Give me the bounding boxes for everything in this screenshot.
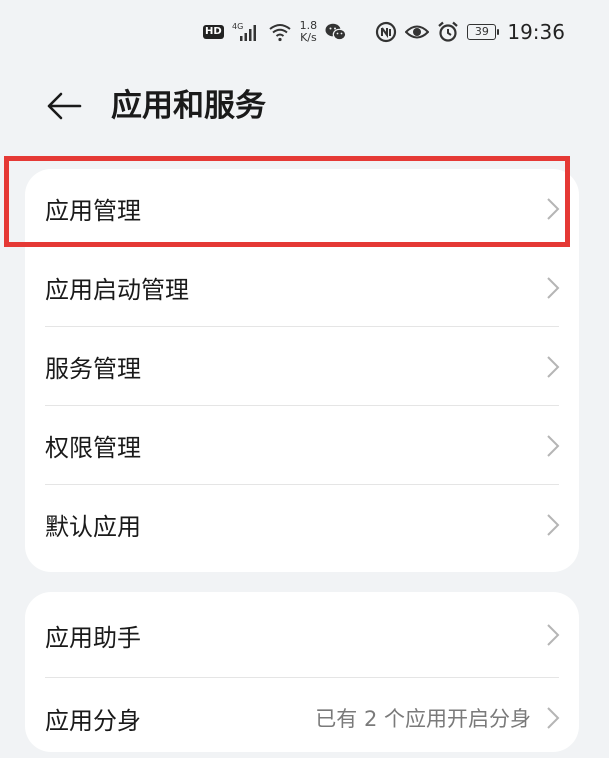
menu-item-label: 应用分身: [45, 706, 141, 735]
chevron-right-icon: [547, 513, 560, 536]
menu-item-permission-management[interactable]: 权限管理: [25, 406, 579, 485]
status-bar-right: 39 19:36: [375, 18, 565, 46]
settings-group-1: 应用管理 应用启动管理 服务管理 权限管理 默认应用: [25, 169, 579, 572]
chevron-right-icon: [547, 276, 560, 299]
back-button[interactable]: [44, 86, 84, 126]
settings-group-2: 应用助手 应用分身 已有 2 个应用开启分身: [25, 592, 579, 752]
network-speed: 1.8 K/s: [300, 20, 318, 44]
chevron-right-icon: [547, 707, 560, 729]
menu-item-service-management[interactable]: 服务管理: [25, 327, 579, 406]
battery-icon: 39: [467, 24, 500, 40]
menu-item-value: 已有 2 个应用开启分身: [315, 707, 531, 731]
network-speed-unit: K/s: [300, 31, 317, 44]
menu-item-label: 应用助手: [45, 623, 141, 652]
menu-item-app-management[interactable]: 应用管理: [25, 169, 579, 248]
wechat-icon: [325, 22, 347, 42]
menu-item-label: 应用启动管理: [45, 276, 189, 304]
battery-level: 39: [467, 24, 497, 40]
hd-voice-badge: HD: [203, 25, 224, 39]
signal-4g-icon: 4G: [232, 21, 260, 43]
menu-item-label: 应用管理: [45, 197, 141, 225]
menu-item-app-twin[interactable]: 应用分身 已有 2 个应用开启分身: [25, 678, 579, 758]
alarm-icon: [437, 21, 459, 43]
page-title: 应用和服务: [111, 88, 266, 124]
status-bar-left: HD 4G 1.8 K/s: [203, 18, 347, 46]
menu-item-app-launch[interactable]: 应用启动管理: [25, 248, 579, 327]
menu-item-default-apps[interactable]: 默认应用: [25, 485, 579, 564]
clock: 19:36: [507, 20, 565, 44]
status-bar: HD 4G 1.8 K/s 39 19:36: [0, 0, 609, 62]
wifi-icon: [268, 21, 292, 43]
chevron-right-icon: [547, 355, 560, 378]
menu-item-label: 权限管理: [45, 434, 141, 462]
chevron-right-icon: [547, 434, 560, 457]
menu-item-app-assistant[interactable]: 应用助手: [25, 592, 579, 678]
nfc-icon: [375, 21, 397, 43]
network-type-label: 4G: [232, 22, 243, 31]
chevron-right-icon: [547, 197, 560, 220]
menu-item-label: 服务管理: [45, 355, 141, 383]
arrow-left-icon: [47, 92, 82, 120]
page-header: 应用和服务: [0, 80, 609, 130]
chevron-right-icon: [547, 624, 560, 646]
menu-item-label: 默认应用: [45, 513, 141, 541]
eye-comfort-icon: [405, 23, 430, 41]
